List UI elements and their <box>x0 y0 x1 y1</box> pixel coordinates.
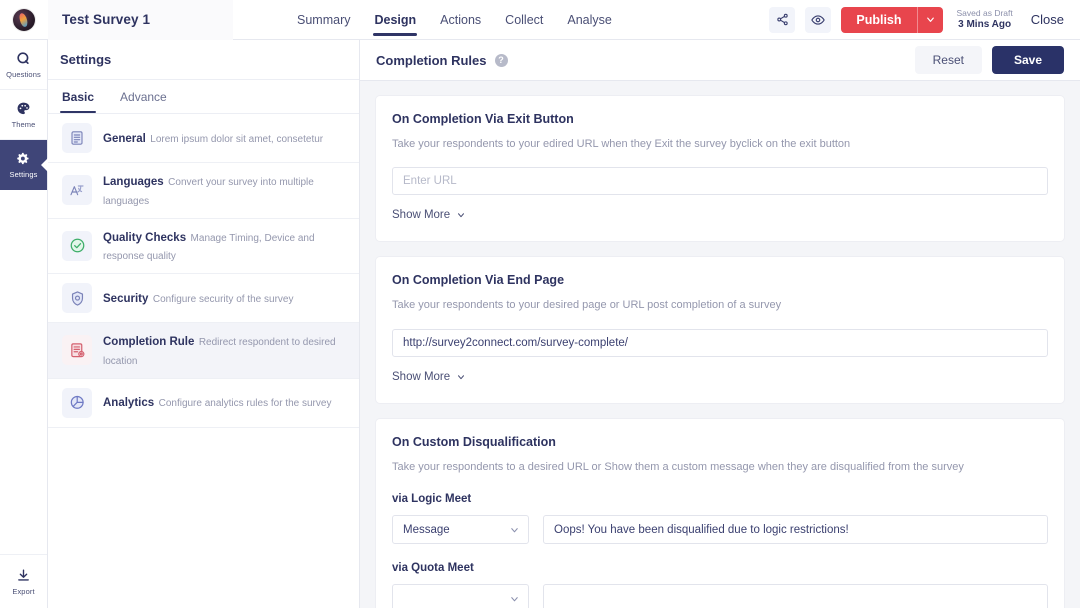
main-content: Completion Rules ? Reset Save On Complet… <box>360 40 1080 608</box>
download-icon <box>16 567 31 584</box>
reset-button[interactable]: Reset <box>914 46 982 74</box>
save-status-label: Saved as Draft <box>956 7 1013 18</box>
card-title: On Custom Disqualification <box>392 434 556 449</box>
chevron-down-icon <box>458 375 465 379</box>
card-exit-button-rule: On Completion Via Exit Button Take your … <box>376 96 1064 242</box>
settings-item-desc: Configure security of the survey <box>152 293 294 305</box>
publish-button-group: Publish <box>841 6 943 33</box>
save-status: Saved as Draft 3 Mins Ago <box>957 8 1017 31</box>
check-circle-icon <box>62 230 92 261</box>
app-logo[interactable] <box>0 0 48 40</box>
tab-collect[interactable]: Collect <box>493 0 555 40</box>
main-nav-tabs: Summary Design Actions Collect Analyse <box>285 0 624 40</box>
settings-sub-tabs: Basic Advance <box>48 80 359 114</box>
pie-chart-icon <box>62 387 92 418</box>
tab-summary[interactable]: Summary <box>285 0 362 40</box>
palette-icon <box>16 100 31 117</box>
tab-actions[interactable]: Actions <box>428 0 493 40</box>
rail-label-settings: Settings <box>9 170 38 179</box>
preview-button[interactable] <box>805 6 832 33</box>
settings-item-completion-rule[interactable]: Completion Rule Redirect respondent to d… <box>48 323 359 379</box>
settings-item-title: Languages <box>103 176 164 188</box>
logic-meet-row: Message <box>392 515 1048 545</box>
top-header-bar: Test Survey 1 Summary Design Actions Col… <box>0 0 1080 40</box>
rail-item-questions[interactable]: Questions <box>0 40 47 90</box>
show-more-label: Show More <box>392 209 451 222</box>
card-title: On Completion Via Exit Button <box>392 112 574 126</box>
rail-label-questions: Questions <box>6 70 41 79</box>
settings-item-title: Security <box>103 292 149 305</box>
rail-item-export[interactable]: Export <box>0 554 47 608</box>
rail-item-theme[interactable]: Theme <box>0 90 47 140</box>
rail-label-theme: Theme <box>11 120 36 129</box>
shield-check-icon <box>62 283 92 314</box>
save-status-time: 3 Mins Ago <box>958 18 1012 30</box>
publish-dropdown-button[interactable] <box>916 6 943 33</box>
settings-item-title: Quality Checks <box>103 231 187 244</box>
settings-panel-title: Settings <box>48 40 359 80</box>
main-content-header: Completion Rules ? Reset Save <box>360 40 1080 81</box>
question-q-icon <box>16 50 31 67</box>
rail-item-settings[interactable]: Settings <box>0 140 47 190</box>
settings-item-title: General <box>103 132 146 145</box>
show-more-end-page[interactable]: Show More <box>392 371 466 383</box>
logic-action-select[interactable]: Message <box>392 515 529 545</box>
app-logo-icon <box>13 8 35 31</box>
document-lines-icon <box>62 123 92 153</box>
quota-action-select[interactable] <box>392 584 529 608</box>
quota-action-select-value[interactable] <box>392 584 529 608</box>
logic-action-select-value[interactable]: Message <box>392 515 529 545</box>
settings-item-quality-checks[interactable]: Quality Checks Manage Timing, Device and… <box>48 219 359 275</box>
header-actions: Publish Saved as Draft 3 Mins Ago Close <box>769 0 1080 40</box>
settings-item-languages[interactable]: Languages Convert your survey into multi… <box>48 163 359 219</box>
card-title: On Completion Via End Page <box>392 273 565 288</box>
settings-item-list: General Lorem ipsum dolor sit amet, cons… <box>48 114 359 428</box>
settings-panel: Settings Basic Advance General Lorem ips… <box>48 40 360 608</box>
share-button[interactable] <box>769 6 796 33</box>
settings-item-desc: Lorem ipsum dolor sit amet, consetetur <box>150 133 324 145</box>
chevron-down-icon <box>458 213 465 218</box>
card-description: Take your respondents to a desired URL o… <box>392 460 964 473</box>
rules-scroll-area[interactable]: On Completion Via Exit Button Take your … <box>360 81 1080 608</box>
settings-item-general[interactable]: General Lorem ipsum dolor sit amet, cons… <box>48 114 359 163</box>
help-circle-icon[interactable]: ? <box>494 53 508 67</box>
quota-message-input[interactable] <box>543 584 1048 608</box>
publish-button[interactable]: Publish <box>841 6 917 33</box>
survey-title[interactable]: Test Survey 1 <box>48 0 233 40</box>
card-description: Take your respondents to your edired URL… <box>392 138 851 150</box>
show-more-label: Show More <box>392 370 451 383</box>
card-description: Take your respondents to your desired pa… <box>392 299 782 312</box>
logic-message-input[interactable] <box>543 515 1048 545</box>
document-gear-icon <box>62 335 92 366</box>
share-icon <box>777 13 788 26</box>
gear-icon <box>16 150 31 167</box>
tab-analyse[interactable]: Analyse <box>555 0 623 40</box>
logic-meet-label: via Logic Meet <box>392 493 472 506</box>
page-title: Completion Rules <box>376 52 487 68</box>
sub-tab-advance[interactable]: Advance <box>118 80 169 113</box>
left-rail: Questions Theme Settings Export <box>0 40 48 608</box>
tab-design[interactable]: Design <box>362 0 428 40</box>
card-custom-disqualification: On Custom Disqualification Take your res… <box>376 418 1064 608</box>
close-button[interactable]: Close <box>1029 8 1066 31</box>
settings-item-title: Completion Rule <box>103 336 195 349</box>
eye-icon <box>811 14 826 25</box>
rail-spacer <box>0 190 47 554</box>
settings-item-desc: Configure analytics rules for the survey <box>158 398 332 410</box>
chevron-down-icon <box>926 17 934 22</box>
settings-item-title: Analytics <box>103 397 155 410</box>
rail-label-export: Export <box>12 587 35 596</box>
settings-item-analytics[interactable]: Analytics Configure analytics rules for … <box>48 379 359 428</box>
settings-item-security[interactable]: Security Configure security of the surve… <box>48 274 359 324</box>
quota-meet-label: via Quota Meet <box>392 562 474 575</box>
main-header-actions: Reset Save <box>914 46 1064 74</box>
show-more-exit-button[interactable]: Show More <box>392 209 466 221</box>
card-end-page-rule: On Completion Via End Page Take your res… <box>376 257 1064 403</box>
exit-url-input[interactable] <box>392 167 1048 196</box>
sub-tab-basic[interactable]: Basic <box>60 80 97 113</box>
quota-meet-row <box>392 584 1048 608</box>
translate-icon <box>62 175 92 206</box>
save-button[interactable]: Save <box>991 46 1064 74</box>
end-page-url-input[interactable] <box>392 328 1048 357</box>
